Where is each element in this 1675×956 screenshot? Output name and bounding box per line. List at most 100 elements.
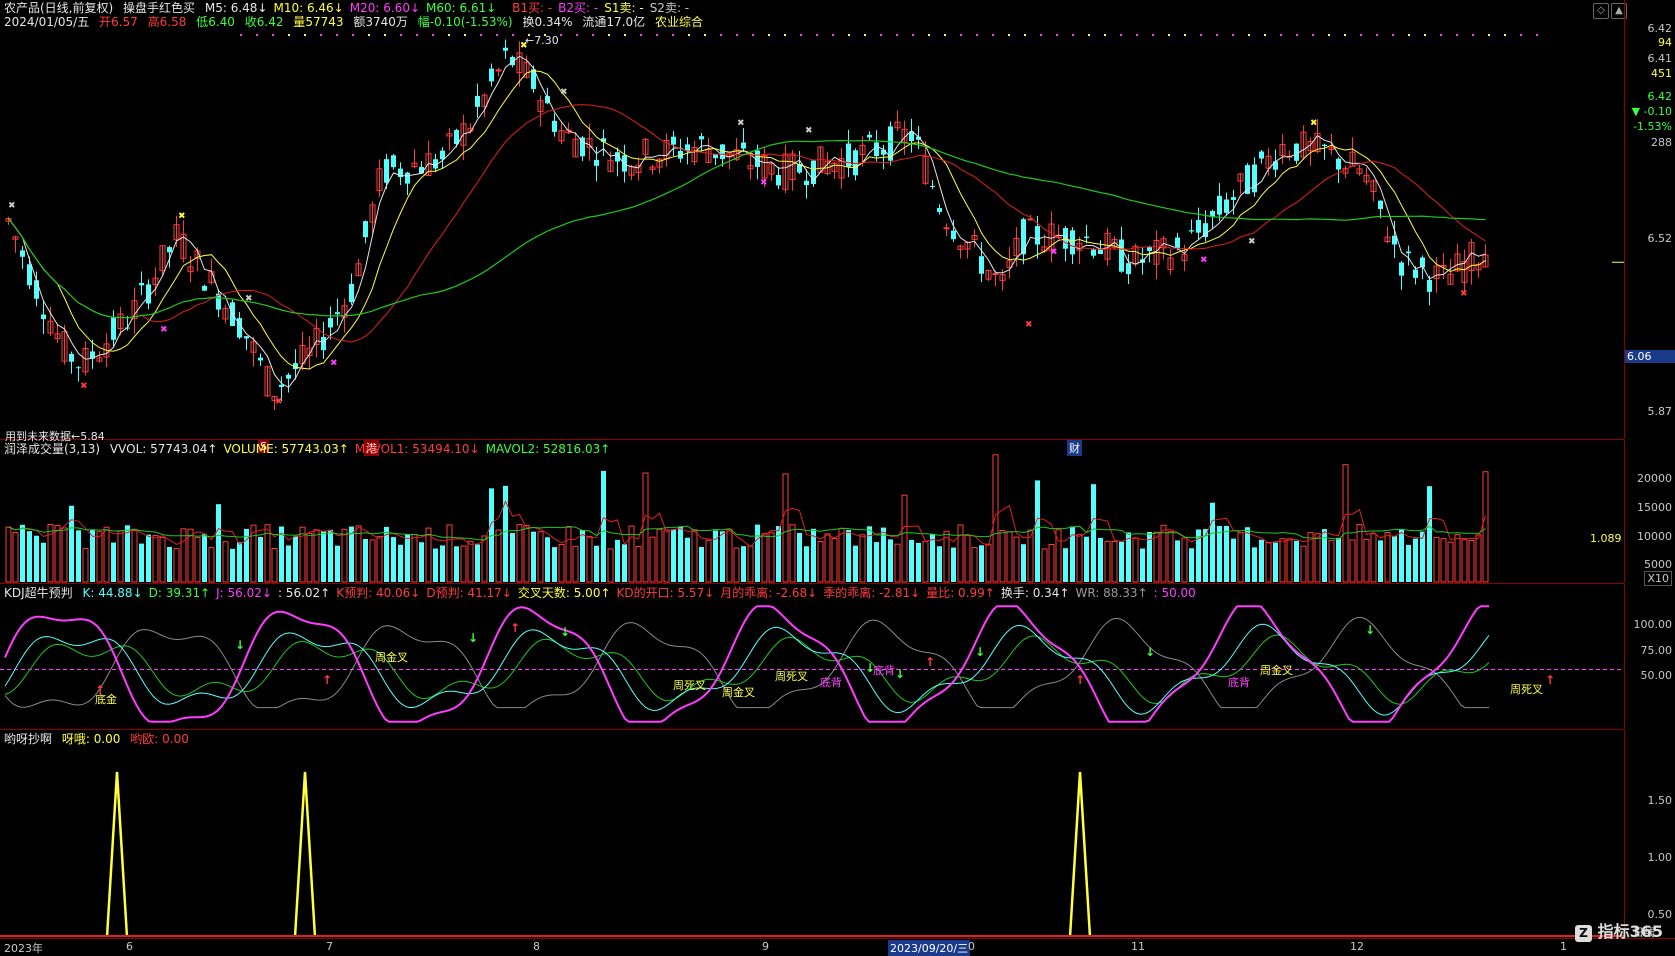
signal-dot bbox=[1520, 34, 1522, 36]
signal-mark: ✖ bbox=[1248, 237, 1256, 247]
volume-pane[interactable]: 润泽成交量(3,13) VVOL: 57743.04↑ VOLUME: 57743… bbox=[0, 440, 1624, 584]
volume-bar bbox=[216, 504, 221, 582]
volume-bar bbox=[1336, 537, 1341, 582]
volume-bar bbox=[90, 529, 95, 582]
volume-bar bbox=[433, 548, 438, 582]
candle-body bbox=[1294, 143, 1299, 161]
volume-bar bbox=[516, 524, 523, 583]
volume-ratio: 1.089 bbox=[1590, 532, 1622, 545]
price-axis: 6.42 94 6.41 451 6.42 ▼ -0.10 -1.53% 288 6.52 6.0… bbox=[1624, 0, 1675, 439]
volume-bar bbox=[741, 546, 746, 582]
kdj-arrow: ↓ bbox=[468, 631, 478, 645]
volume-bar bbox=[804, 546, 809, 582]
signal-mark: ✖ bbox=[80, 382, 88, 392]
candle-body bbox=[1399, 262, 1404, 276]
volume-bar bbox=[999, 530, 1006, 583]
signal-dot bbox=[1120, 34, 1122, 36]
candle-body bbox=[69, 353, 74, 362]
volume-bar bbox=[1279, 538, 1286, 583]
volume-bar bbox=[957, 524, 964, 583]
volume-bar bbox=[180, 528, 187, 583]
signal-dot bbox=[944, 34, 946, 36]
kdj-chart[interactable]: ↑↓↑↓↑ ↓↓ ↓↑↓↑↓↓↑ bbox=[0, 584, 1624, 729]
volume-bar bbox=[615, 539, 620, 582]
candle-body bbox=[951, 230, 956, 240]
volume-bar bbox=[446, 524, 453, 583]
signal-mark: ✖ bbox=[737, 118, 745, 128]
volume-bar bbox=[1189, 548, 1194, 582]
cursor-date: 2023/09/20/三 bbox=[888, 940, 971, 956]
kdj-signal-label: 底金 bbox=[95, 693, 117, 706]
price-tick-7: 288 bbox=[1651, 136, 1672, 149]
signal-dot bbox=[880, 34, 882, 36]
signal-dot bbox=[1248, 34, 1250, 36]
volume-bar bbox=[824, 533, 831, 583]
signal-dot bbox=[848, 34, 850, 36]
watermark: Z 指标365 bbox=[1575, 918, 1663, 942]
candle-body bbox=[384, 159, 389, 183]
candle-body bbox=[244, 336, 249, 339]
volume-bar bbox=[167, 546, 172, 582]
candlestick-chart[interactable]: ✖✖✖✖✖✖✖✖✖✖✖✖✖✖✖✖✖✖ bbox=[0, 0, 1624, 439]
volume-bar bbox=[846, 530, 851, 582]
kdj-arrow: ↓ bbox=[895, 667, 905, 681]
volume-bar bbox=[545, 537, 550, 582]
signal-pane[interactable]: 哟呀抄啊 呀哦: 0.00 哟欧: 0.00 bbox=[0, 730, 1624, 937]
volume-bar bbox=[594, 545, 599, 582]
volume-bar bbox=[1273, 542, 1278, 582]
volume-bar bbox=[341, 528, 348, 583]
kdj-arrow: ↑ bbox=[925, 655, 935, 669]
volume-bar bbox=[1084, 536, 1089, 582]
kdj-arrow: ↑ bbox=[1545, 673, 1555, 687]
signal-mark: ✖ bbox=[275, 397, 283, 407]
date-label-8: 8 bbox=[533, 940, 540, 953]
kdj-signal-label: 底背 bbox=[1228, 676, 1250, 689]
candle-body bbox=[992, 272, 999, 275]
volume-bar bbox=[1433, 536, 1440, 583]
volume-bar bbox=[1013, 536, 1020, 583]
signal-dot bbox=[1408, 34, 1410, 36]
volume-bar bbox=[1392, 536, 1397, 582]
volume-bar bbox=[1231, 538, 1236, 582]
sig-tick-150: 1.50 bbox=[1647, 794, 1673, 807]
signal-chart[interactable] bbox=[0, 730, 1624, 937]
signal-dot bbox=[960, 34, 962, 36]
candle-body bbox=[1070, 230, 1075, 255]
volume-bar bbox=[867, 526, 872, 582]
volume-bar bbox=[125, 525, 130, 582]
volume-bar bbox=[894, 543, 901, 583]
signal-dot bbox=[384, 34, 386, 36]
signal-dot bbox=[1504, 34, 1506, 36]
price-tick-5: ▼ -0.10 bbox=[1631, 105, 1672, 118]
volume-bar bbox=[363, 539, 368, 582]
kdj-pane[interactable]: KDJ超牛预判 K: 44.88↓ D: 39.31↑ J: 56.02↓: 56.… bbox=[0, 584, 1624, 730]
mavol2-line bbox=[8, 525, 1486, 541]
volume-bar bbox=[1119, 541, 1124, 582]
signal-mark: ✖ bbox=[1310, 118, 1318, 128]
volume-bar bbox=[1259, 539, 1264, 582]
signal-dot bbox=[1424, 34, 1426, 36]
signal-dot bbox=[864, 34, 866, 36]
price-pane[interactable]: ✖ ✖ ✖ ✖ ✖ ✖ ✖ ✖ ✖ ✖ ✖ ✖ ✖ ✖ ✖ ✖ ✖ ✖ ←7.30 用到未来数据←5.84 S 港… bbox=[0, 0, 1624, 456]
volume-bar bbox=[440, 545, 445, 582]
kdj-arrow: ↓ bbox=[975, 645, 985, 659]
volume-bar bbox=[1035, 480, 1040, 582]
volume-bar bbox=[909, 539, 914, 582]
kdj-tick-75: 75.00 bbox=[1640, 644, 1673, 657]
date-axis[interactable]: 2023年 6 7 8 9 2023/09/20/三 0 11 12 1 日线 bbox=[0, 926, 1675, 956]
volume-chart[interactable] bbox=[0, 440, 1624, 583]
volume-bar bbox=[649, 536, 656, 583]
signal-dot bbox=[672, 34, 674, 36]
volume-bar bbox=[1160, 524, 1167, 583]
signal-dot bbox=[1536, 34, 1538, 36]
volume-bar bbox=[419, 542, 424, 582]
candle-body bbox=[335, 312, 340, 315]
signal-dot bbox=[656, 34, 658, 36]
volume-bar bbox=[733, 547, 740, 583]
signal-dot bbox=[1008, 34, 1010, 36]
volume-bar bbox=[979, 545, 984, 582]
volume-bar bbox=[565, 526, 572, 583]
volume-bar bbox=[1454, 534, 1461, 583]
volume-bar bbox=[537, 531, 544, 583]
volume-bar bbox=[41, 542, 46, 582]
